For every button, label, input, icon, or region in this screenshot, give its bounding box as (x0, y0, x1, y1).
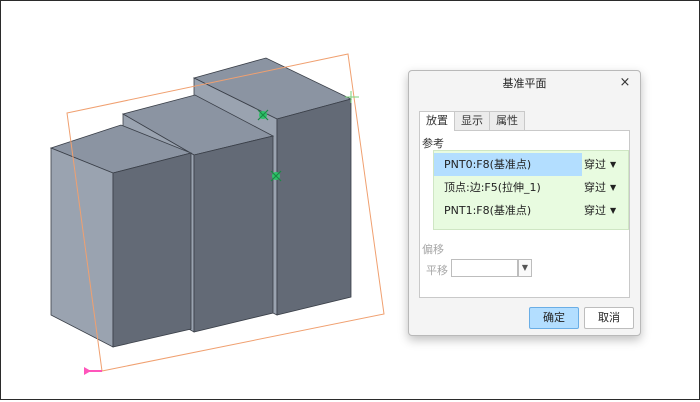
references-list[interactable]: PNT0:F8(基准点) 穿过 ▼ 顶点:边:F5(拉伸_1) 穿过 ▼ PNT1:… (433, 150, 629, 230)
chevron-down-icon: ▼ (610, 160, 617, 169)
reference-name[interactable]: PNT1:F8(基准点) (434, 199, 582, 222)
offset-label: 偏移 (422, 243, 444, 256)
reference-name[interactable]: 顶点:边:F5(拉伸_1) (434, 176, 582, 199)
reference-constraint-value: 穿过 (584, 204, 606, 217)
reference-row-vertex[interactable]: 顶点:边:F5(拉伸_1) 穿过 ▼ (434, 176, 628, 199)
dialog-title: 基准平面 (502, 77, 547, 90)
csys-icon (84, 367, 102, 375)
block-2-front-face (193, 135, 274, 333)
reference-constraint-dropdown[interactable]: 穿过 ▼ (584, 153, 616, 176)
datum-point-pnt1[interactable] (270, 170, 282, 182)
block-3-front-face (276, 98, 352, 316)
chevron-down-icon: ▼ (610, 206, 617, 215)
translate-input[interactable] (451, 259, 518, 277)
tab-placement[interactable]: 放置 (419, 111, 455, 131)
block-1-front-face (112, 152, 192, 348)
reference-row-pnt1[interactable]: PNT1:F8(基准点) 穿过 ▼ (434, 199, 628, 222)
tab-bar: 放置 显示 属性 (419, 111, 525, 131)
datum-point-pnt0[interactable] (257, 109, 269, 121)
reference-constraint-value: 穿过 (584, 158, 606, 171)
chevron-down-icon: ▼ (610, 183, 617, 192)
reference-constraint-dropdown[interactable]: 穿过 ▼ (584, 199, 616, 222)
reference-name[interactable]: PNT0:F8(基准点) (434, 153, 582, 176)
reference-constraint-value: 穿过 (584, 181, 606, 194)
references-label: 参考 (422, 137, 444, 150)
cancel-button[interactable]: 取消 (584, 307, 634, 329)
reference-row-pnt0[interactable]: PNT0:F8(基准点) 穿过 ▼ (434, 153, 628, 176)
chevron-down-icon[interactable]: ▼ (518, 259, 532, 277)
translate-label: 平移 (426, 264, 448, 277)
close-icon[interactable]: × (618, 76, 632, 90)
tab-properties[interactable]: 属性 (489, 111, 525, 130)
datum-plane-dialog: 基准平面 × 放置 显示 属性 参考 PNT0:F8(基准点) 穿过 ▼ 顶点:边… (408, 70, 641, 336)
ok-button[interactable]: 确定 (529, 307, 579, 329)
block-1-side-face (50, 147, 114, 348)
reference-constraint-dropdown[interactable]: 穿过 ▼ (584, 176, 616, 199)
placement-panel: 参考 PNT0:F8(基准点) 穿过 ▼ 顶点:边:F5(拉伸_1) 穿过 ▼ PN… (419, 130, 630, 298)
tab-display[interactable]: 显示 (454, 111, 490, 130)
